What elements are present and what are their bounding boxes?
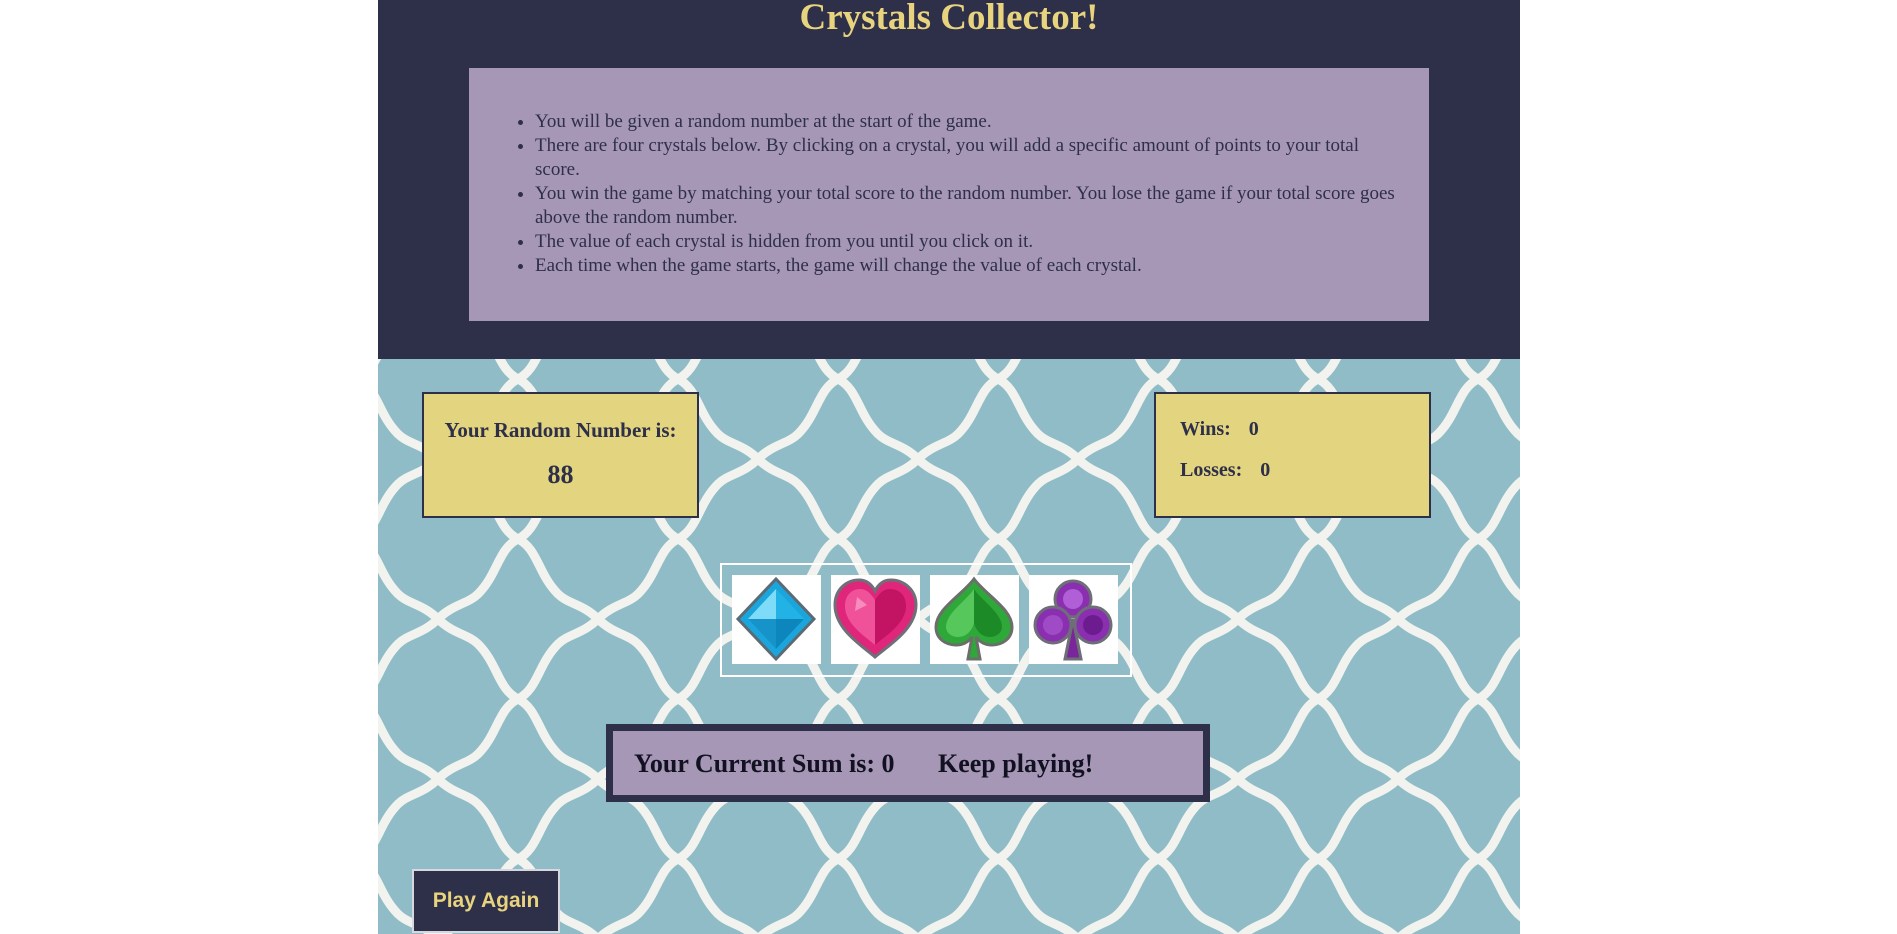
losses-row: Losses: 0: [1180, 459, 1270, 482]
instruction-item: There are four crystals below. By clicki…: [535, 134, 1399, 182]
random-number-box: Your Random Number is: 88: [422, 392, 699, 518]
game-status-message: Keep playing!: [938, 749, 1094, 778]
green-spade-crystal-button[interactable]: [930, 575, 1019, 664]
scoreboard: Wins: 0 Losses: 0: [1154, 392, 1431, 518]
instructions-panel: You will be given a random number at the…: [469, 68, 1429, 321]
wins-value: 0: [1248, 418, 1259, 440]
current-sum-panel: Your Current Sum is: 0 Keep playing!: [606, 724, 1210, 802]
header: Crystals Collector! You will be given a …: [378, 0, 1520, 359]
blue-diamond-crystal-icon: [735, 576, 817, 662]
purple-club-crystal-button[interactable]: [1029, 575, 1118, 664]
instruction-item: You will be given a random number at the…: [535, 110, 1399, 134]
game-page: Crystals Collector! You will be given a …: [378, 0, 1520, 934]
blue-diamond-crystal-button[interactable]: [732, 575, 821, 664]
green-spade-crystal-icon: [934, 576, 1014, 661]
instruction-item: Each time when the game starts, the game…: [535, 254, 1399, 278]
losses-value: 0: [1260, 459, 1271, 481]
pink-heart-crystal-button[interactable]: [831, 575, 920, 664]
wins-row: Wins: 0: [1180, 418, 1259, 441]
current-sum-text: Your Current Sum is: 0: [634, 749, 895, 778]
play-area: Your Random Number is: 88 Wins: 0 Losses:…: [378, 359, 1520, 934]
random-number-label: Your Random Number is:: [444, 418, 677, 442]
instruction-item: The value of each crystal is hidden from…: [535, 230, 1399, 254]
page-title: Crystals Collector!: [799, 0, 1099, 38]
pink-heart-crystal-icon: [833, 578, 918, 659]
instruction-item: You win the game by matching your total …: [535, 182, 1399, 230]
losses-label: Losses:: [1180, 459, 1243, 481]
play-again-button[interactable]: Play Again: [412, 869, 560, 933]
random-number-value: 88: [547, 460, 574, 489]
crystal-panel: [720, 563, 1132, 677]
purple-club-crystal-icon: [1033, 579, 1113, 661]
wins-label: Wins:: [1180, 418, 1231, 440]
instructions-list: You will be given a random number at the…: [535, 110, 1399, 278]
